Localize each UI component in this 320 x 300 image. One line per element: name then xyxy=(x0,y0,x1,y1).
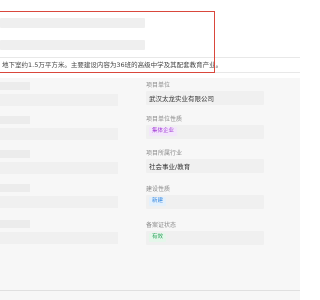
unit-nature-label: 项目单位性质 xyxy=(146,116,183,123)
blurred-label-3 xyxy=(0,150,30,158)
blurred-label-4 xyxy=(0,184,30,192)
unit-nature-field: 集体企业 xyxy=(146,125,264,139)
blurred-field-4 xyxy=(0,196,118,208)
unit-nature-tag: 集体企业 xyxy=(149,127,178,136)
blurred-label-1 xyxy=(0,82,30,90)
main-content: 项目单位 武汉太龙实业有限公司 项目单位性质 集体企业 项目所属行业 社会事业/… xyxy=(0,78,300,300)
highlight-box xyxy=(0,11,215,73)
blurred-field-2 xyxy=(0,128,118,140)
right-column: 项目单位 武汉太龙实业有限公司 项目单位性质 集体企业 项目所属行业 社会事业/… xyxy=(146,78,300,300)
industry-label: 项目所属行业 xyxy=(146,150,183,157)
blurred-label-2 xyxy=(0,116,30,124)
industry-value: 社会事业/教育 xyxy=(149,163,191,171)
left-column xyxy=(0,78,148,300)
filing-status-tag: 有效 xyxy=(149,233,167,242)
filing-status-label: 备案证状态 xyxy=(146,222,177,229)
divider xyxy=(0,290,300,291)
build-nature-field: 新建 xyxy=(146,195,264,209)
industry-field: 社会事业/教育 xyxy=(146,159,264,173)
build-nature-tag: 新建 xyxy=(149,197,167,206)
blurred-field-3 xyxy=(0,162,118,174)
blurred-field-1 xyxy=(0,94,118,106)
blurred-label-5 xyxy=(0,220,30,228)
project-detail-page: 地下室约1.5万平方米。主要建设内容为36班的高级中学及其配套教育产业。 项目单… xyxy=(0,0,300,300)
project-unit-value: 武汉太龙实业有限公司 xyxy=(149,95,214,103)
project-unit-label: 项目单位 xyxy=(146,82,171,89)
blurred-field-5 xyxy=(0,232,118,244)
filing-status-field: 有效 xyxy=(146,231,264,245)
build-nature-label: 建设性质 xyxy=(146,186,171,193)
top-panel: 地下室约1.5万平方米。主要建设内容为36班的高级中学及其配套教育产业。 xyxy=(0,0,300,78)
project-unit-field: 武汉太龙实业有限公司 xyxy=(146,91,264,105)
